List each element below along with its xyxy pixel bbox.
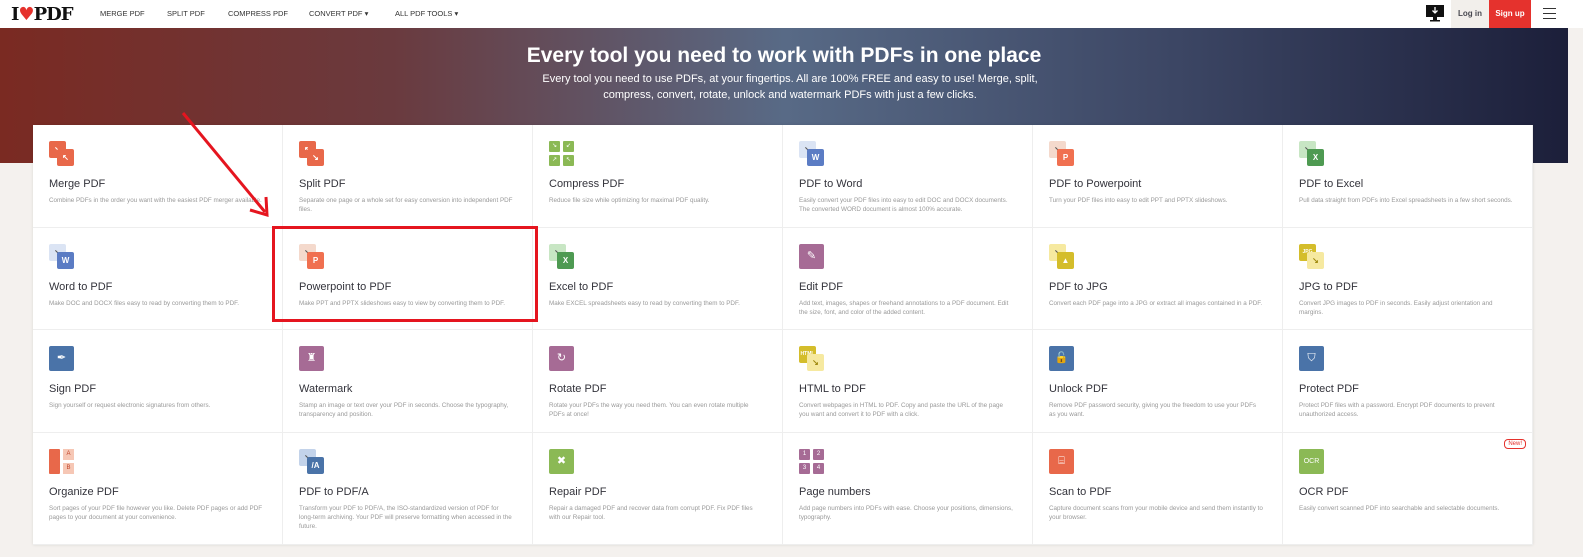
tool-title[interactable]: PDF to Powerpoint — [1049, 178, 1266, 190]
tool-card[interactable]: ↘W Word to PDF Make DOC and DOCX files eas… — [33, 228, 283, 330]
tool-title[interactable]: PDF to Word — [799, 178, 1016, 190]
tool-description: Reduce file size while optimizing for ma… — [549, 197, 710, 204]
tool-title[interactable]: HTML to PDF — [799, 383, 1016, 395]
menu-icon[interactable] — [1543, 8, 1556, 19]
tool-description: Convert each PDF page into a JPG or extr… — [1049, 300, 1263, 307]
pdfa-icon: ↘/A — [299, 449, 324, 474]
page-numbers-icon: 1234 — [799, 449, 824, 474]
tool-title[interactable]: Excel to PDF — [549, 281, 766, 293]
edit-icon: ✎ — [799, 244, 824, 269]
organize-icon: AB — [49, 449, 74, 474]
tool-card[interactable]: OCR OCR PDF Easily convert scanned PDF int… — [1283, 433, 1533, 545]
tool-title[interactable]: Protect PDF — [1299, 383, 1516, 395]
tool-description: Easily convert scanned PDF into searchab… — [1299, 505, 1500, 512]
tool-card[interactable]: ↘ ↙ ↗ ↖ Compress PDF Reduce file size while o… — [533, 125, 783, 228]
tool-title[interactable]: Edit PDF — [799, 281, 1016, 293]
tool-description: Protect PDF files with a password. Encry… — [1299, 402, 1495, 418]
powerpoint-icon: ↘P — [1049, 141, 1074, 166]
tool-card[interactable]: ↘P PDF to Powerpoint Turn your PDF files i… — [1033, 125, 1283, 228]
tool-title[interactable]: Word to PDF — [49, 281, 266, 293]
tool-description: Convert webpages in HTML to PDF. Copy an… — [799, 402, 1003, 418]
tool-title[interactable]: Page numbers — [799, 486, 1016, 498]
tool-card[interactable]: ↻ Rotate PDF Rotate your PDFs the way you … — [533, 330, 783, 433]
pen-icon: ✒ — [49, 346, 74, 371]
tool-card[interactable]: ⌸ Scan to PDF Capture document scans from … — [1033, 433, 1283, 545]
tool-description: Sign yourself or request electronic sign… — [49, 402, 211, 409]
tool-card[interactable]: 🔓 Unlock PDF Remove PDF password security,… — [1033, 330, 1283, 433]
tool-card[interactable]: ↖↘ Split PDF Separate one page or a whole … — [283, 125, 533, 228]
tool-description: Add page numbers into PDFs with ease. Ch… — [799, 505, 1013, 521]
tool-title[interactable]: Sign PDF — [49, 383, 266, 395]
tool-description: Separate one page or a whole set for eas… — [299, 197, 513, 213]
word-icon: ↘W — [49, 244, 74, 269]
tool-title[interactable]: Scan to PDF — [1049, 486, 1266, 498]
stamp-icon: ♜ — [299, 346, 324, 371]
tool-card[interactable]: ✖ Repair PDF Repair a damaged PDF and reco… — [533, 433, 783, 545]
tool-title[interactable]: OCR PDF — [1299, 486, 1516, 498]
tool-card[interactable]: ⛉ Protect PDF Protect PDF files with a pas… — [1283, 330, 1533, 433]
annotation-arrow — [181, 112, 269, 218]
tool-title[interactable]: Organize PDF — [49, 486, 266, 498]
hero-subtitle: Every tool you need to use PDFs, at your… — [542, 73, 1038, 101]
tool-title[interactable]: JPG to PDF — [1299, 281, 1516, 293]
shield-icon: ⛉ — [1299, 346, 1324, 371]
tool-card[interactable]: ↘▲ PDF to JPG Convert each PDF page into a… — [1033, 228, 1283, 330]
tool-description: Repair a damaged PDF and recover data fr… — [549, 505, 753, 521]
rotate-icon: ↻ — [549, 346, 574, 371]
split-icon: ↖↘ — [299, 141, 324, 166]
tool-card[interactable]: ↘W PDF to Word Easily convert your PDF fil… — [783, 125, 1033, 228]
tool-description: Stamp an image or text over your PDF in … — [299, 402, 509, 418]
tool-card[interactable]: ♜ Watermark Stamp an image or text over yo… — [283, 330, 533, 433]
tool-title[interactable]: PDF to Excel — [1299, 178, 1516, 190]
tool-title[interactable]: Compress PDF — [549, 178, 766, 190]
ocr-icon: OCR — [1299, 449, 1324, 474]
signup-button[interactable]: Sign up — [1489, 0, 1531, 28]
tool-card[interactable]: ↘/A PDF to PDF/A Transform your PDF to PDF… — [283, 433, 533, 545]
tool-card[interactable]: 1 2 3 4 Page numbers Add page numbers into PD… — [783, 433, 1033, 545]
tool-card[interactable]: ✎ Edit PDF Add text, images, shapes or fre… — [783, 228, 1033, 330]
tool-card[interactable]: ✒ Sign PDF Sign yourself or request electr… — [33, 330, 283, 433]
tool-description: Add text, images, shapes or freehand ann… — [799, 300, 1009, 316]
tool-description: Easily convert your PDF files into easy … — [799, 197, 1008, 213]
tool-title[interactable]: Watermark — [299, 383, 516, 395]
compress-icon: ↘ ↙ ↗ ↖ — [549, 141, 574, 166]
nav-all-pdf-tools[interactable]: ALL PDF TOOLS ▾ — [395, 0, 458, 28]
unlock-icon: 🔓 — [1049, 346, 1074, 371]
tool-description: Remove PDF password security, giving you… — [1049, 402, 1257, 418]
tool-description: Sort pages of your PDF file however you … — [49, 505, 263, 521]
tool-card[interactable]: ↘X PDF to Excel Pull data straight from PD… — [1283, 125, 1533, 228]
excel-icon: ↘X — [1299, 141, 1324, 166]
highlight-box — [272, 226, 538, 322]
tool-card[interactable]: A B Organize PDF Sort pages of your PDF fil… — [33, 433, 283, 545]
login-button[interactable]: Log in — [1451, 0, 1489, 28]
jpg-icon: JPG↘ — [1299, 244, 1324, 269]
new-badge: New! — [1504, 439, 1526, 449]
tool-title[interactable]: Repair PDF — [549, 486, 766, 498]
tool-card[interactable]: ↘X Excel to PDF Make EXCEL spreadsheets ea… — [533, 228, 783, 330]
tool-card[interactable]: HTML↘ HTML to PDF Convert webpages in HTML… — [783, 330, 1033, 433]
tool-card[interactable]: JPG↘ JPG to PDF Convert JPG images to PDF … — [1283, 228, 1533, 330]
tool-title[interactable]: PDF to PDF/A — [299, 486, 516, 498]
tool-description: Rotate your PDFs the way you need them. … — [549, 402, 749, 418]
excel-icon: ↘X — [549, 244, 574, 269]
image-icon: ↘▲ — [1049, 244, 1074, 269]
tool-title[interactable]: Unlock PDF — [1049, 383, 1266, 395]
tool-description: Make EXCEL spreadsheets easy to read by … — [549, 300, 740, 307]
tool-title[interactable]: Split PDF — [299, 178, 516, 190]
tool-description: Convert JPG images to PDF in seconds. Ea… — [1299, 300, 1493, 316]
tools-icon: ✖ — [549, 449, 574, 474]
tool-description: Make DOC and DOCX files easy to read by … — [49, 300, 240, 307]
tool-title[interactable]: Rotate PDF — [549, 383, 766, 395]
nav-convert-pdf[interactable]: CONVERT PDF ▾ — [309, 0, 368, 28]
tool-description: Capture document scans from your mobile … — [1049, 505, 1263, 521]
tool-title[interactable]: PDF to JPG — [1049, 281, 1266, 293]
tool-description: Pull data straight from PDFs into Excel … — [1299, 197, 1513, 204]
scan-icon: ⌸ — [1049, 449, 1074, 474]
tool-description: Turn your PDF files into easy to edit PP… — [1049, 197, 1228, 204]
word-icon: ↘W — [799, 141, 824, 166]
desktop-download-icon[interactable] — [1425, 4, 1445, 22]
tool-description: Transform your PDF to PDF/A, the ISO-sta… — [299, 505, 512, 530]
html-icon: HTML↘ — [799, 346, 824, 371]
